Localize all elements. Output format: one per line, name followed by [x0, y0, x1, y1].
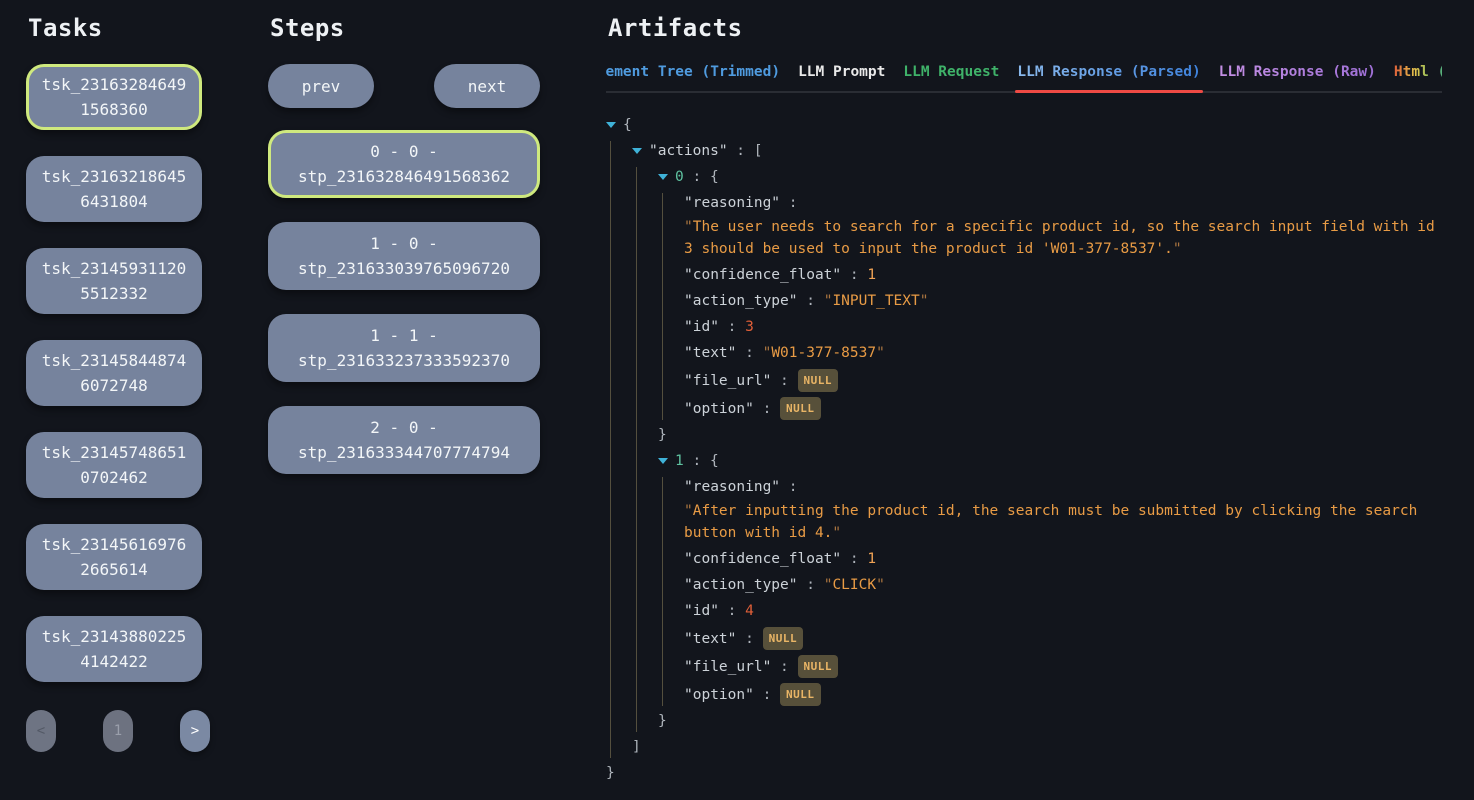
json-row: "text" : NULL [684, 627, 1436, 650]
artifacts-title: Artifacts [608, 14, 1442, 42]
json-row: "confidence_float" : 1 [684, 549, 1436, 570]
task-button[interactable]: tsk_231632846491568360 [26, 64, 202, 130]
json-row: "confidence_float" : 1 [684, 265, 1436, 286]
pagination-prev-button[interactable]: < [26, 710, 56, 752]
steps-nav: prev next [268, 64, 540, 108]
json-row: "After inputting the product id, the sea… [684, 500, 1436, 544]
null-badge: NULL [780, 683, 821, 706]
artifact-tabbar-wrap: Element Tree (Trimmed) LLM Prompt LLM Requ… [606, 64, 1442, 93]
json-row: 0 : { [658, 167, 1436, 188]
step-button[interactable]: 1 - 0 - stp_231633039765096720 [268, 222, 540, 290]
json-children: "reasoning" :"After inputting the produc… [662, 477, 1436, 706]
task-button[interactable]: tsk_231456169762665614 [26, 524, 202, 590]
artifact-tab[interactable]: LLM Response (Raw) [1219, 64, 1376, 80]
pagination-next-button[interactable]: > [180, 710, 210, 752]
json-row: "reasoning" : [684, 477, 1436, 498]
task-button[interactable]: tsk_231438802254142422 [26, 616, 202, 682]
task-button[interactable]: tsk_231458448746072748 [26, 340, 202, 406]
json-children: "reasoning" :"The user needs to search f… [662, 193, 1436, 420]
json-row: 1 : { [658, 451, 1436, 472]
pagination-page-button[interactable]: 1 [103, 710, 133, 752]
json-row: } [658, 711, 1436, 732]
expander-triangle-icon[interactable] [632, 148, 642, 154]
artifact-tab[interactable]: LLM Request [903, 64, 999, 80]
expander-triangle-icon[interactable] [606, 122, 616, 128]
json-row: "id" : 3 [684, 317, 1436, 338]
tasks-pagination: < 1 > [26, 710, 210, 752]
json-row: "actions" : [ [632, 141, 1436, 162]
json-row: "file_url" : NULL [684, 655, 1436, 678]
prev-step-button[interactable]: prev [268, 64, 374, 108]
artifact-tabbar: Element Tree (Trimmed) LLM Prompt LLM Requ… [606, 64, 1442, 93]
artifact-tab[interactable]: Element Tree (Trimmed) [606, 64, 780, 80]
json-row: "id" : 4 [684, 601, 1436, 622]
step-list: 0 - 0 - stp_231632846491568362 1 - 0 - st… [268, 130, 540, 474]
tasks-panel: Tasks tsk_231632846491568360 tsk_23163218… [26, 12, 202, 752]
expander-triangle-icon[interactable] [658, 174, 668, 180]
task-button[interactable]: tsk_231632186456431804 [26, 156, 202, 222]
next-step-button[interactable]: next [434, 64, 540, 108]
json-row: "action_type" : "CLICK" [684, 575, 1436, 596]
artifacts-panel: Artifacts Element Tree (Trimmed) LLM Prom… [606, 12, 1442, 789]
json-row: "reasoning" : [684, 193, 1436, 214]
null-badge: NULL [798, 369, 839, 392]
json-row: "action_type" : "INPUT_TEXT" [684, 291, 1436, 312]
artifact-tab[interactable]: LLM Response (Parsed) [1017, 64, 1200, 80]
null-badge: NULL [780, 397, 821, 420]
tasks-title: Tasks [28, 14, 202, 42]
artifact-tab[interactable]: LLM Prompt [798, 64, 885, 80]
step-button[interactable]: 2 - 0 - stp_231633344707774794 [268, 406, 540, 474]
json-children: 0 : {"reasoning" :"The user needs to sea… [636, 167, 1436, 732]
json-row: "option" : NULL [684, 397, 1436, 420]
json-row: "The user needs to search for a specific… [684, 216, 1436, 260]
expander-triangle-icon[interactable] [658, 458, 668, 464]
json-row: "file_url" : NULL [684, 369, 1436, 392]
steps-title: Steps [270, 14, 540, 42]
json-row: } [606, 763, 1436, 784]
null-badge: NULL [763, 627, 804, 650]
task-list: tsk_231632846491568360 tsk_23163218645643… [26, 64, 202, 682]
step-button[interactable]: 1 - 1 - stp_231633237333592370 [268, 314, 540, 382]
steps-panel: Steps prev next 0 - 0 - stp_231632846491… [268, 12, 540, 498]
app-root: Tasks tsk_231632846491568360 tsk_23163218… [0, 0, 1474, 789]
json-children: "actions" : [0 : {"reasoning" :"The user… [610, 141, 1436, 758]
json-viewer: {"actions" : [0 : {"reasoning" :"The use… [606, 115, 1442, 784]
json-row: } [658, 425, 1436, 446]
json-row: "option" : NULL [684, 683, 1436, 706]
json-row: { [606, 115, 1436, 136]
null-badge: NULL [798, 655, 839, 678]
step-button[interactable]: 0 - 0 - stp_231632846491568362 [268, 130, 540, 198]
json-row: ] [632, 737, 1436, 758]
json-row: "text" : "W01-377-8537" [684, 343, 1436, 364]
task-button[interactable]: tsk_231457486510702462 [26, 432, 202, 498]
artifact-tab[interactable]: Html (Raw) [1394, 64, 1442, 80]
task-button[interactable]: tsk_231459311205512332 [26, 248, 202, 314]
